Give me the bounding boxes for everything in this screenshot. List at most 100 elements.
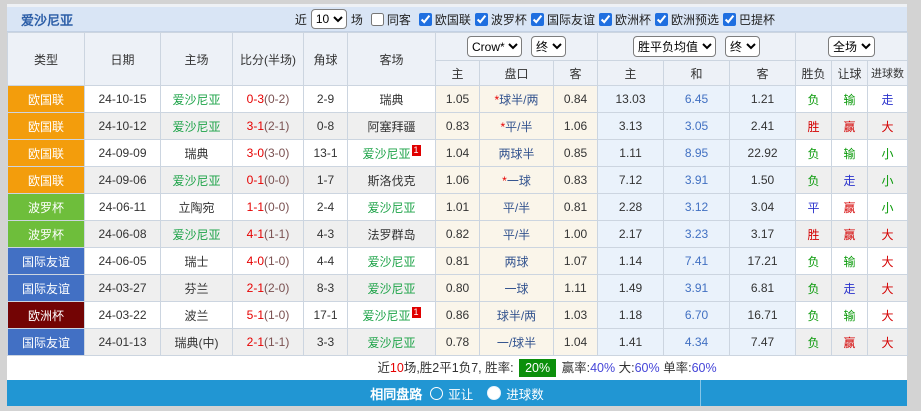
corner-cell: 3-3 — [303, 328, 348, 356]
same-away-option[interactable]: 同客 — [367, 11, 411, 28]
halftime-score: (0-2) — [264, 92, 290, 106]
score-cell: 0-3(0-2) — [232, 85, 304, 113]
fulltime-score: 2-1 — [246, 335, 264, 349]
odds-away-cell: 1.07 — [552, 247, 599, 275]
odds-home-cell: 0.82 — [435, 220, 480, 248]
away-team[interactable]: 法罗群岛 — [347, 220, 436, 248]
away-team[interactable]: 阿塞拜疆 — [347, 112, 436, 140]
league-filter-checkbox[interactable] — [474, 12, 488, 26]
home-team[interactable]: 瑞典 — [160, 139, 233, 167]
home-team[interactable]: 瑞典(中) — [160, 328, 233, 356]
bottom-bar-divider — [700, 380, 701, 406]
league-filter-checkbox[interactable] — [654, 12, 668, 26]
result-cell: 负 — [795, 85, 833, 113]
bookmaker-select-group: Crow* 终 — [434, 32, 599, 61]
bookmaker-select[interactable]: Crow* — [467, 36, 522, 57]
league-filter-checkbox[interactable] — [418, 12, 432, 26]
odds-home-cell: 0.78 — [435, 328, 480, 356]
fulltime-score: 0-1 — [246, 173, 264, 187]
fulltime-score: 5-1 — [246, 308, 264, 322]
col-header-avg-away: 客 — [729, 60, 797, 86]
avg-draw-cell: 3.12 — [663, 193, 731, 221]
away-team[interactable]: 爱沙尼亚 — [347, 328, 436, 356]
avg-away-cell: 1.21 — [729, 85, 797, 113]
avg-away-cell: 3.04 — [729, 193, 797, 221]
handicap-line-cell: 一球 — [479, 274, 554, 302]
radio-icon[interactable] — [487, 386, 502, 400]
avg-draw-cell: 3.23 — [663, 220, 731, 248]
league-filter-option[interactable]: 欧洲预选 — [651, 11, 719, 28]
league-filter-option[interactable]: 巴提杯 — [719, 11, 775, 28]
away-team[interactable]: 爱沙尼亚 — [347, 274, 436, 302]
league-filter-option[interactable]: 波罗杯 — [471, 11, 527, 28]
home-team[interactable]: 爱沙尼亚 — [160, 220, 233, 248]
score-cell: 0-1(0-0) — [232, 166, 304, 194]
home-team[interactable]: 立陶宛 — [160, 193, 233, 221]
same-away-label: 同客 — [386, 12, 411, 27]
score-cell: 3-1(2-1) — [232, 112, 304, 140]
home-team[interactable]: 爱沙尼亚 — [160, 85, 233, 113]
bookmaker-status-select[interactable]: 终 — [531, 36, 566, 57]
home-team[interactable]: 爱沙尼亚 — [160, 166, 233, 194]
table-row: 欧国联 24-09-09 瑞典 3-0(3-0) 13-1 爱沙尼亚 1 1.04 两球半 0.8… — [7, 139, 909, 167]
avg-away-cell: 17.21 — [729, 247, 797, 275]
avg-away-cell: 16.71 — [729, 301, 797, 329]
odds-away-cell: 0.84 — [552, 85, 599, 113]
away-team[interactable]: 瑞典 — [347, 85, 436, 113]
odds-away-cell: 1.04 — [552, 328, 599, 356]
big-rate-value: 60% — [634, 361, 660, 375]
handicap-result-cell: 赢 — [831, 193, 869, 221]
avg-away-cell: 22.92 — [729, 139, 797, 167]
date-cell: 24-06-05 — [84, 247, 161, 275]
home-team[interactable]: 瑞士 — [160, 247, 233, 275]
halftime-score: (2-0) — [264, 281, 290, 295]
trend-radio-option[interactable]: 亚让 — [430, 384, 473, 403]
col-header-type: 类型 — [7, 32, 85, 86]
score-cell: 4-0(1-0) — [232, 247, 304, 275]
recent-count-select[interactable]: 10 — [310, 9, 347, 29]
league-filter-checkbox[interactable] — [530, 12, 544, 26]
avg-draw-cell: 8.95 — [663, 139, 731, 167]
home-team[interactable]: 爱沙尼亚 — [160, 112, 233, 140]
win-rate-badge: 20% — [519, 359, 557, 377]
scope-select[interactable]: 全场 — [828, 36, 876, 57]
fulltime-score: 1-1 — [246, 200, 264, 214]
league-filter-checkbox[interactable] — [598, 12, 612, 26]
league-filter-label: 欧洲预选 — [670, 12, 719, 27]
corner-cell: 8-3 — [303, 274, 348, 302]
away-team[interactable]: 爱沙尼亚 — [347, 247, 436, 275]
avg-home-cell: 13.03 — [597, 85, 665, 113]
away-team[interactable]: 爱沙尼亚 1 — [347, 301, 436, 329]
col-header-away: 客场 — [347, 32, 436, 86]
handicap-result-cell: 赢 — [831, 112, 869, 140]
odds-home-cell: 0.80 — [435, 274, 480, 302]
handicap-line-cell: *球半/两 — [479, 85, 554, 113]
same-away-checkbox[interactable] — [370, 12, 384, 26]
corner-cell: 2-4 — [303, 193, 348, 221]
league-badge: 欧国联 — [7, 139, 85, 167]
col-header-goals: 进球数 — [867, 60, 909, 86]
col-header-avg-draw: 和 — [663, 60, 731, 86]
avg-select[interactable]: 胜平负均值 — [633, 36, 717, 57]
away-team[interactable]: 爱沙尼亚 — [347, 193, 436, 221]
result-cell: 胜 — [795, 112, 833, 140]
league-filter-option[interactable]: 欧国联 — [415, 11, 471, 28]
home-team[interactable]: 芬兰 — [160, 274, 233, 302]
avg-status-select[interactable]: 终 — [725, 36, 761, 57]
league-filter-group: 欧国联 波罗杯 国际友谊 欧洲杯 欧洲预选 巴提杯 — [415, 11, 775, 28]
avg-away-cell: 7.47 — [729, 328, 797, 356]
date-cell: 24-06-08 — [84, 220, 161, 248]
radio-icon[interactable] — [430, 386, 444, 400]
league-filter-option[interactable]: 欧洲杯 — [595, 11, 651, 28]
summary-count: 10 — [389, 361, 404, 375]
handicap-line-cell: 球半/两 — [479, 301, 554, 329]
page: 爱沙尼亚 近 10 场 同客 欧国联波罗杯国际友谊欧洲杯欧洲预选巴提杯 — [0, 0, 921, 411]
away-team[interactable]: 斯洛伐克 — [347, 166, 436, 194]
league-filter-checkbox[interactable] — [722, 12, 736, 26]
table-row: 欧国联 24-10-12 爱沙尼亚 3-1(2-1) 0-8 阿塞拜疆 0.83 *平/半 1.… — [7, 112, 909, 140]
halftime-score: (1-1) — [264, 335, 290, 349]
trend-radio-option[interactable]: 进球数 — [487, 384, 544, 403]
home-team[interactable]: 波兰 — [160, 301, 233, 329]
league-filter-option[interactable]: 国际友谊 — [527, 11, 595, 28]
away-team[interactable]: 爱沙尼亚 1 — [347, 139, 436, 167]
